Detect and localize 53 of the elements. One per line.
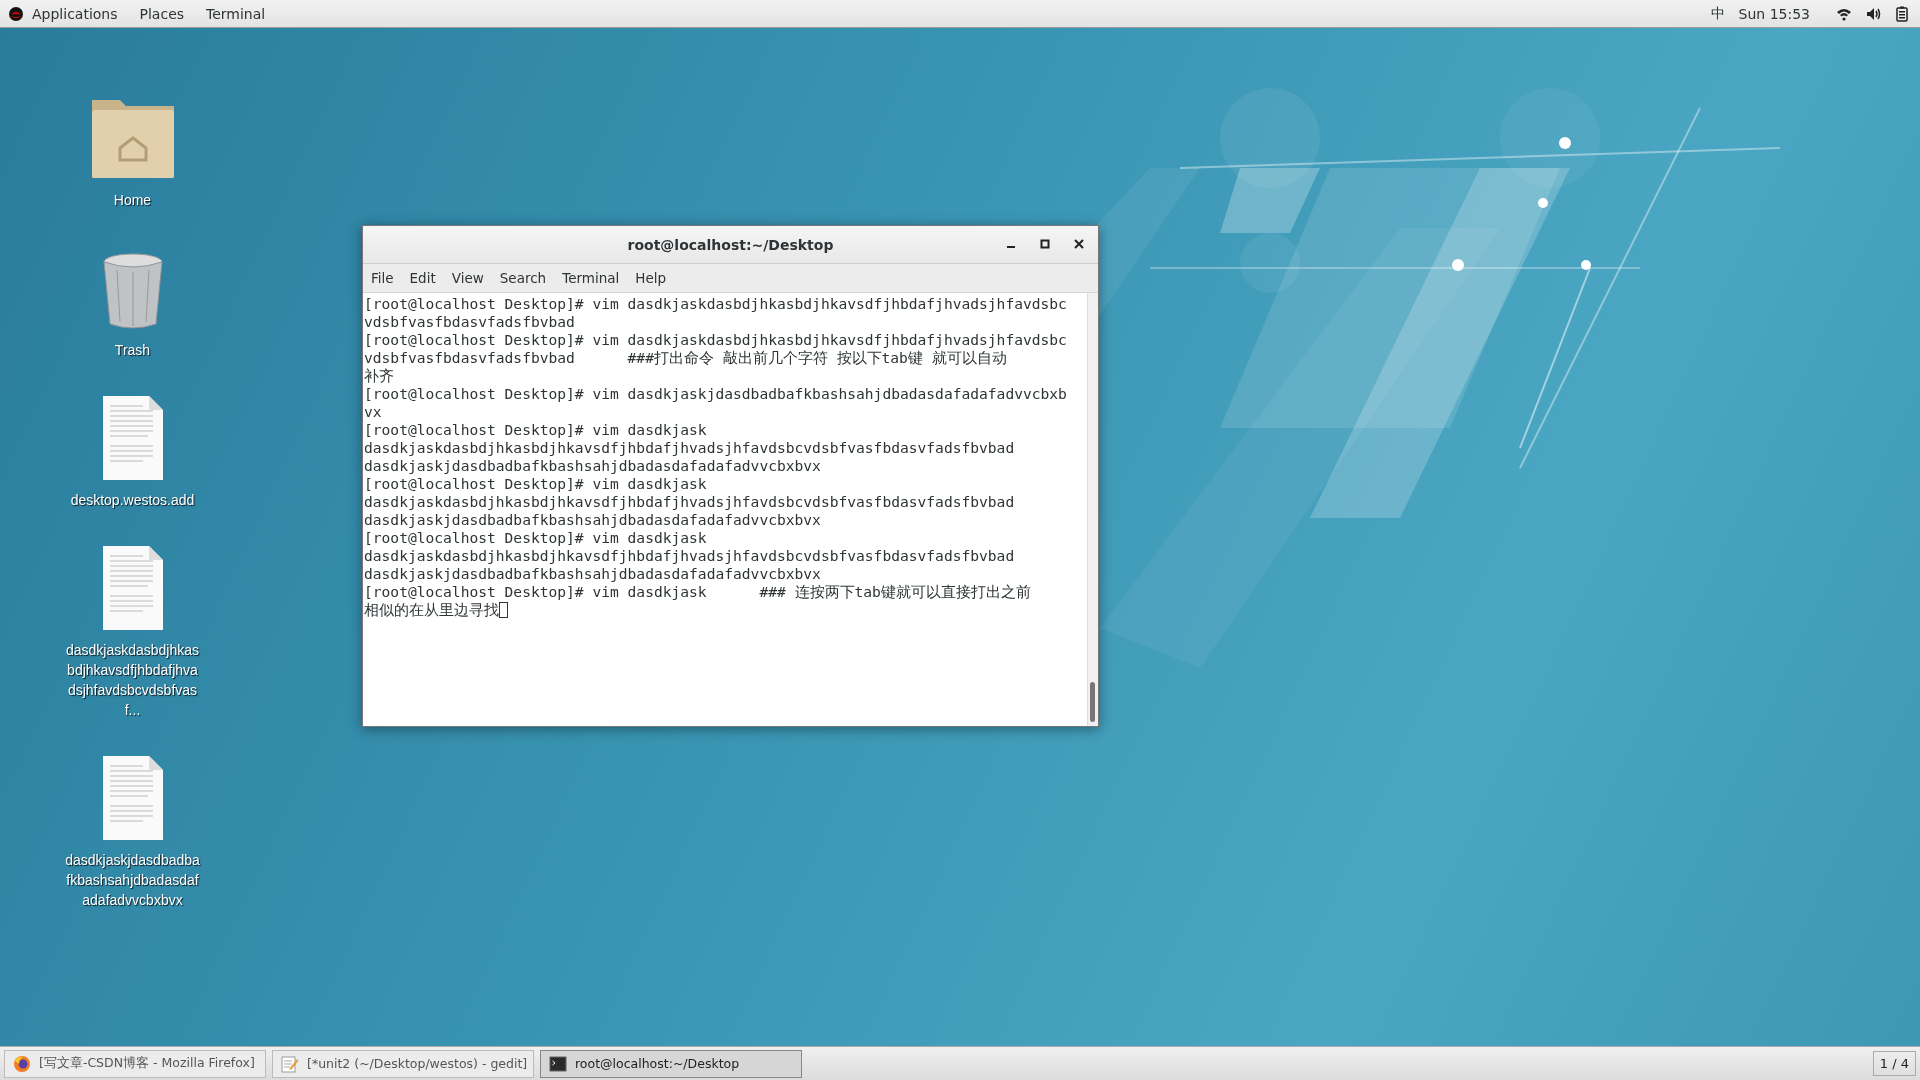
terminal-line: dasdkjaskdasbdjhkasbdjhkavsdfjhbdafjhvadsjhfavdsbcvdsbfvasfbdasvfadsfbvbad [364,493,1015,511]
desktop-icon-label[interactable]: desktop.westos.add [63,490,202,510]
menu-item[interactable]: File [371,270,394,286]
terminal-line: [root@localhost Desktop]# vim dasdkjask ### 连按两下tab键就可以直接打出之前 [364,583,1031,601]
menu-item[interactable]: Help [635,270,667,286]
top-menu[interactable]: Places [139,5,185,22]
menu-item[interactable]: Search [499,270,547,286]
desktop-icon-label[interactable]: Home [63,190,202,210]
terminal-line: vdsbfvasfbdasvfadsfbvbad [364,313,575,331]
hat-logo-icon [8,5,24,22]
terminal-line: 相似的在从里边寻找 [364,601,499,619]
speaker-icon[interactable] [1866,6,1882,21]
scrollbar[interactable] [1087,293,1098,726]
terminal-line: dasdkjaskdasbdjhkasbdjhkavsdfjhbdafjhvadsjhfavdsbcvdsbfvasfbdasvfadsfbvbad [364,439,1015,457]
terminal-line: vx [364,403,382,421]
document-icon[interactable] [102,756,163,840]
taskbar-button[interactable]: root@localhost:~/Desktop [540,1049,802,1078]
terminal-icon [549,1054,567,1073]
desktop-icon-label[interactable]: Trash [63,340,202,360]
workspace-indicator[interactable]: 1 / 4 [1872,1051,1916,1076]
close-icon[interactable] [1074,239,1084,249]
desktop-icon-label[interactable]: dasdkjaskdasbdjhkasbdjhkavsdfjhbdafjhvadsjhfavdsbcvdsbfvasf... [63,640,202,720]
maximize-icon[interactable] [1040,239,1050,249]
menu-item[interactable]: View [451,270,484,286]
terminal-line: [root@localhost Desktop]# vim dasdkjaskjdasdbadbafkbashsahjdbadasdafadafadvvcbxb [364,385,1067,403]
globe-app-icon [13,1054,31,1073]
menu-item[interactable]: Terminal [562,270,620,286]
menu-item[interactable]: Edit [409,270,436,286]
terminal-line: 补齐 [364,367,394,385]
terminal-line: dasdkjaskjdasdbadbafkbashsahjdbadasdafadafadvvcbxbvx [364,565,821,583]
document-icon[interactable] [102,546,163,630]
notepad-pencil-icon [281,1054,299,1073]
document-icon[interactable] [102,396,163,480]
terminal-line: vdsbfvasfbdasvfadsfbvbad ###打出命令 敲出前几个字符 按以下tab键 就可以自动 [364,349,1007,367]
terminal-line: [root@localhost Desktop]# vim dasdkjaskdasbdjhkasbdjhkavsdfjhbdafjhvadsjhfavdsbc [364,331,1067,349]
input-method-indicator[interactable]: 中 [1710,4,1725,23]
clock[interactable]: Sun 15:53 [1738,5,1810,22]
terminal-line: dasdkjaskdasbdjhkasbdjhkavsdfjhbdafjhvadsjhfavdsbcvdsbfvasfbdasvfadsfbvbad [364,547,1015,565]
battery-icon[interactable] [1896,5,1908,22]
top-menu[interactable]: Terminal [206,5,266,22]
top-menu[interactable]: Applications [32,5,118,22]
terminal-line: [root@localhost Desktop]# vim dasdkjask [364,529,707,547]
wifi-icon[interactable] [1836,6,1852,21]
terminal-line: dasdkjaskjdasdbadbafkbashsahjdbadasdafadafadvvcbxbvx [364,457,821,475]
taskbar-button[interactable]: [写文章-CSDN博客 - Mozilla Firefox] [4,1049,266,1078]
window-title: root@localhost:~/Desktop [627,236,834,253]
desktop-icon-label[interactable]: dasdkjaskjdasdbadbafkbashsahjdbadasdafadafadvvcbxbvx [63,850,202,910]
taskbar-button[interactable]: [*unit2 (~/Desktop/westos) - gedit] [272,1049,534,1078]
terminal-line: [root@localhost Desktop]# vim dasdkjask [364,421,707,439]
terminal-line: dasdkjaskjdasdbadbafkbashsahjdbadasdafadafadvvcbxbvx [364,511,821,529]
terminal-line: [root@localhost Desktop]# vim dasdkjaskdasbdjhkasbdjhkavsdfjhbdafjhvadsjhfavdsbc [364,295,1067,313]
trash-can-icon[interactable] [101,250,164,330]
terminal-line: [root@localhost Desktop]# vim dasdkjask [364,475,707,493]
